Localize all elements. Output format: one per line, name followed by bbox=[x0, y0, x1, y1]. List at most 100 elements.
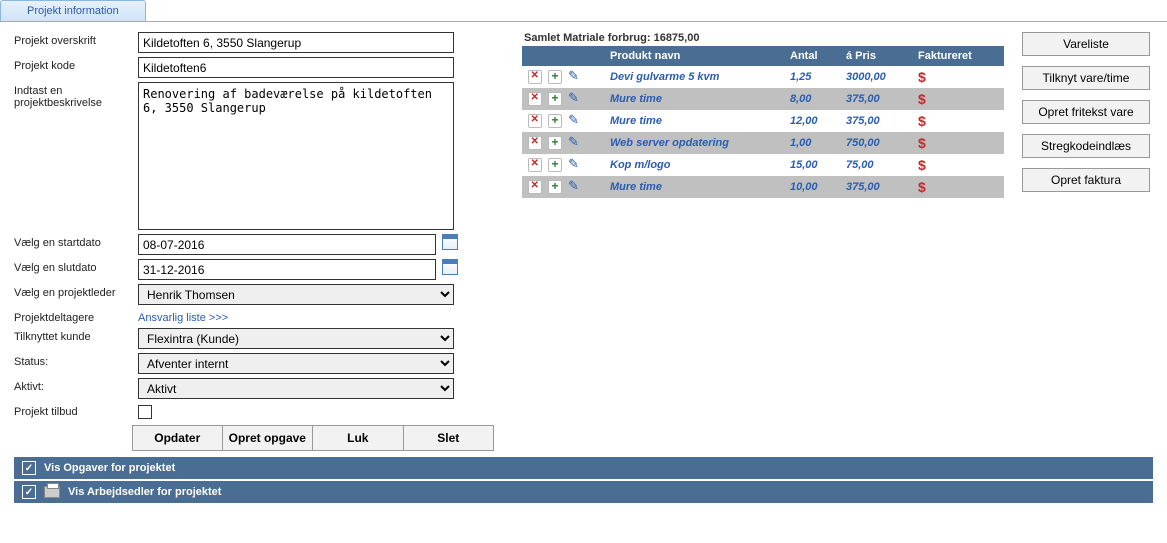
panel-opgaver[interactable]: Vis Opgaver for projektet bbox=[14, 457, 1153, 479]
link-ansvarlig-liste[interactable]: Ansvarlig liste >>> bbox=[138, 309, 228, 324]
cell-produktnavn[interactable]: Devi gulvarme 5 kvm bbox=[604, 66, 784, 88]
checkbox-tilbud[interactable] bbox=[138, 405, 152, 419]
th-antal: Antal bbox=[784, 46, 840, 66]
cell-antal: 10,00 bbox=[784, 176, 840, 198]
label-beskrivelse: Indtast en projektbeskrivelse bbox=[14, 82, 132, 109]
slet-button[interactable]: Slet bbox=[404, 425, 494, 451]
label-tilbud: Projekt tilbud bbox=[14, 403, 132, 418]
label-aktivt: Aktivt: bbox=[14, 378, 132, 393]
select-aktivt[interactable]: Aktivt bbox=[138, 378, 454, 399]
add-icon[interactable] bbox=[548, 180, 562, 194]
cell-produktnavn[interactable]: Web server opdatering bbox=[604, 132, 784, 154]
cell-antal: 8,00 bbox=[784, 88, 840, 110]
opret-opgave-button[interactable]: Opret opgave bbox=[223, 425, 313, 451]
tab-project-info[interactable]: Projekt information bbox=[0, 0, 146, 21]
vareliste-button[interactable]: Vareliste bbox=[1022, 32, 1150, 56]
delete-icon[interactable] bbox=[528, 92, 542, 106]
edit-icon[interactable] bbox=[568, 136, 582, 150]
dollar-icon[interactable]: $ bbox=[918, 69, 926, 85]
add-icon[interactable] bbox=[548, 70, 562, 84]
delete-icon[interactable] bbox=[528, 114, 542, 128]
cell-antal: 15,00 bbox=[784, 154, 840, 176]
edit-icon[interactable] bbox=[568, 158, 582, 172]
calendar-icon[interactable] bbox=[442, 234, 458, 250]
add-icon[interactable] bbox=[548, 114, 562, 128]
delete-icon[interactable] bbox=[528, 158, 542, 172]
add-icon[interactable] bbox=[548, 136, 562, 150]
select-leder[interactable]: Henrik Thomsen bbox=[138, 284, 454, 305]
dollar-icon[interactable]: $ bbox=[918, 179, 926, 195]
label-kunde: Tilknyttet kunde bbox=[14, 328, 132, 343]
input-kode[interactable] bbox=[138, 57, 454, 78]
cell-produktnavn[interactable]: Mure time bbox=[604, 88, 784, 110]
tilknyt-button[interactable]: Tilknyt vare/time bbox=[1022, 66, 1150, 90]
tab-bar: Projekt information bbox=[0, 0, 1167, 22]
th-pris: á Pris bbox=[840, 46, 912, 66]
edit-icon[interactable] bbox=[568, 114, 582, 128]
dollar-icon[interactable]: $ bbox=[918, 157, 926, 173]
stregkode-button[interactable]: Stregkodeindlæs bbox=[1022, 134, 1150, 158]
th-produktnavn: Produkt navn bbox=[604, 46, 784, 66]
luk-button[interactable]: Luk bbox=[313, 425, 403, 451]
material-table-area: Samlet Matriale forbrug: 16875,00 Produk… bbox=[522, 32, 1004, 198]
table-row: Mure time10,00375,00 $ bbox=[522, 176, 1004, 198]
side-buttons: Vareliste Tilknyt vare/time Opret fritek… bbox=[1022, 32, 1150, 192]
th-faktureret: Faktureret bbox=[912, 46, 1004, 66]
fritekst-button[interactable]: Opret fritekst vare bbox=[1022, 100, 1150, 124]
cell-pris: 75,00 bbox=[840, 154, 912, 176]
check-icon[interactable] bbox=[22, 485, 36, 499]
calendar-icon[interactable] bbox=[442, 259, 458, 275]
cell-pris: 375,00 bbox=[840, 88, 912, 110]
input-startdato[interactable] bbox=[138, 234, 436, 255]
textarea-beskrivelse[interactable]: Renovering af badeværelse på kildetoften… bbox=[138, 82, 454, 230]
cell-pris: 750,00 bbox=[840, 132, 912, 154]
form-buttons: Opdater Opret opgave Luk Slet bbox=[132, 425, 494, 451]
project-form: Projekt overskrift Projekt kode Indtast … bbox=[14, 32, 494, 451]
table-row: Mure time8,00375,00 $ bbox=[522, 88, 1004, 110]
cell-pris: 375,00 bbox=[840, 110, 912, 132]
dollar-icon[interactable]: $ bbox=[918, 113, 926, 129]
add-icon[interactable] bbox=[548, 158, 562, 172]
dollar-icon[interactable]: $ bbox=[918, 91, 926, 107]
cell-pris: 375,00 bbox=[840, 176, 912, 198]
label-kode: Projekt kode bbox=[14, 57, 132, 72]
panel-arbejdsedler-label: Vis Arbejdsedler for projektet bbox=[68, 486, 221, 498]
delete-icon[interactable] bbox=[528, 70, 542, 84]
cell-pris: 3000,00 bbox=[840, 66, 912, 88]
dollar-icon[interactable]: $ bbox=[918, 135, 926, 151]
label-status: Status: bbox=[14, 353, 132, 368]
select-kunde[interactable]: Flexintra (Kunde) bbox=[138, 328, 454, 349]
cell-antal: 12,00 bbox=[784, 110, 840, 132]
input-slutdato[interactable] bbox=[138, 259, 436, 280]
label-leder: Vælg en projektleder bbox=[14, 284, 132, 299]
edit-icon[interactable] bbox=[568, 180, 582, 194]
faktura-button[interactable]: Opret faktura bbox=[1022, 168, 1150, 192]
table-row: Web server opdatering1,00750,00 $ bbox=[522, 132, 1004, 154]
check-icon[interactable] bbox=[22, 461, 36, 475]
edit-icon[interactable] bbox=[568, 70, 582, 84]
product-table: Produkt navn Antal á Pris Faktureret Dev… bbox=[522, 46, 1004, 198]
th-icons bbox=[522, 46, 604, 66]
cell-antal: 1,00 bbox=[784, 132, 840, 154]
table-row: Kop m/logo15,0075,00 $ bbox=[522, 154, 1004, 176]
summary-text: Samlet Matriale forbrug: 16875,00 bbox=[522, 32, 1004, 44]
delete-icon[interactable] bbox=[528, 180, 542, 194]
opdater-button[interactable]: Opdater bbox=[132, 425, 223, 451]
delete-icon[interactable] bbox=[528, 136, 542, 150]
table-row: Devi gulvarme 5 kvm1,253000,00 $ bbox=[522, 66, 1004, 88]
panel-arbejdsedler[interactable]: Vis Arbejdsedler for projektet bbox=[14, 481, 1153, 503]
label-startdato: Vælg en startdato bbox=[14, 234, 132, 249]
label-slutdato: Vælg en slutdato bbox=[14, 259, 132, 274]
edit-icon[interactable] bbox=[568, 92, 582, 106]
cell-produktnavn[interactable]: Mure time bbox=[604, 176, 784, 198]
label-overskrift: Projekt overskrift bbox=[14, 32, 132, 47]
cell-produktnavn[interactable]: Mure time bbox=[604, 110, 784, 132]
select-status[interactable]: Afventer internt bbox=[138, 353, 454, 374]
print-icon[interactable] bbox=[44, 486, 60, 498]
cell-antal: 1,25 bbox=[784, 66, 840, 88]
input-overskrift[interactable] bbox=[138, 32, 454, 53]
label-deltagere: Projektdeltagere bbox=[14, 309, 132, 324]
table-row: Mure time12,00375,00 $ bbox=[522, 110, 1004, 132]
cell-produktnavn[interactable]: Kop m/logo bbox=[604, 154, 784, 176]
add-icon[interactable] bbox=[548, 92, 562, 106]
